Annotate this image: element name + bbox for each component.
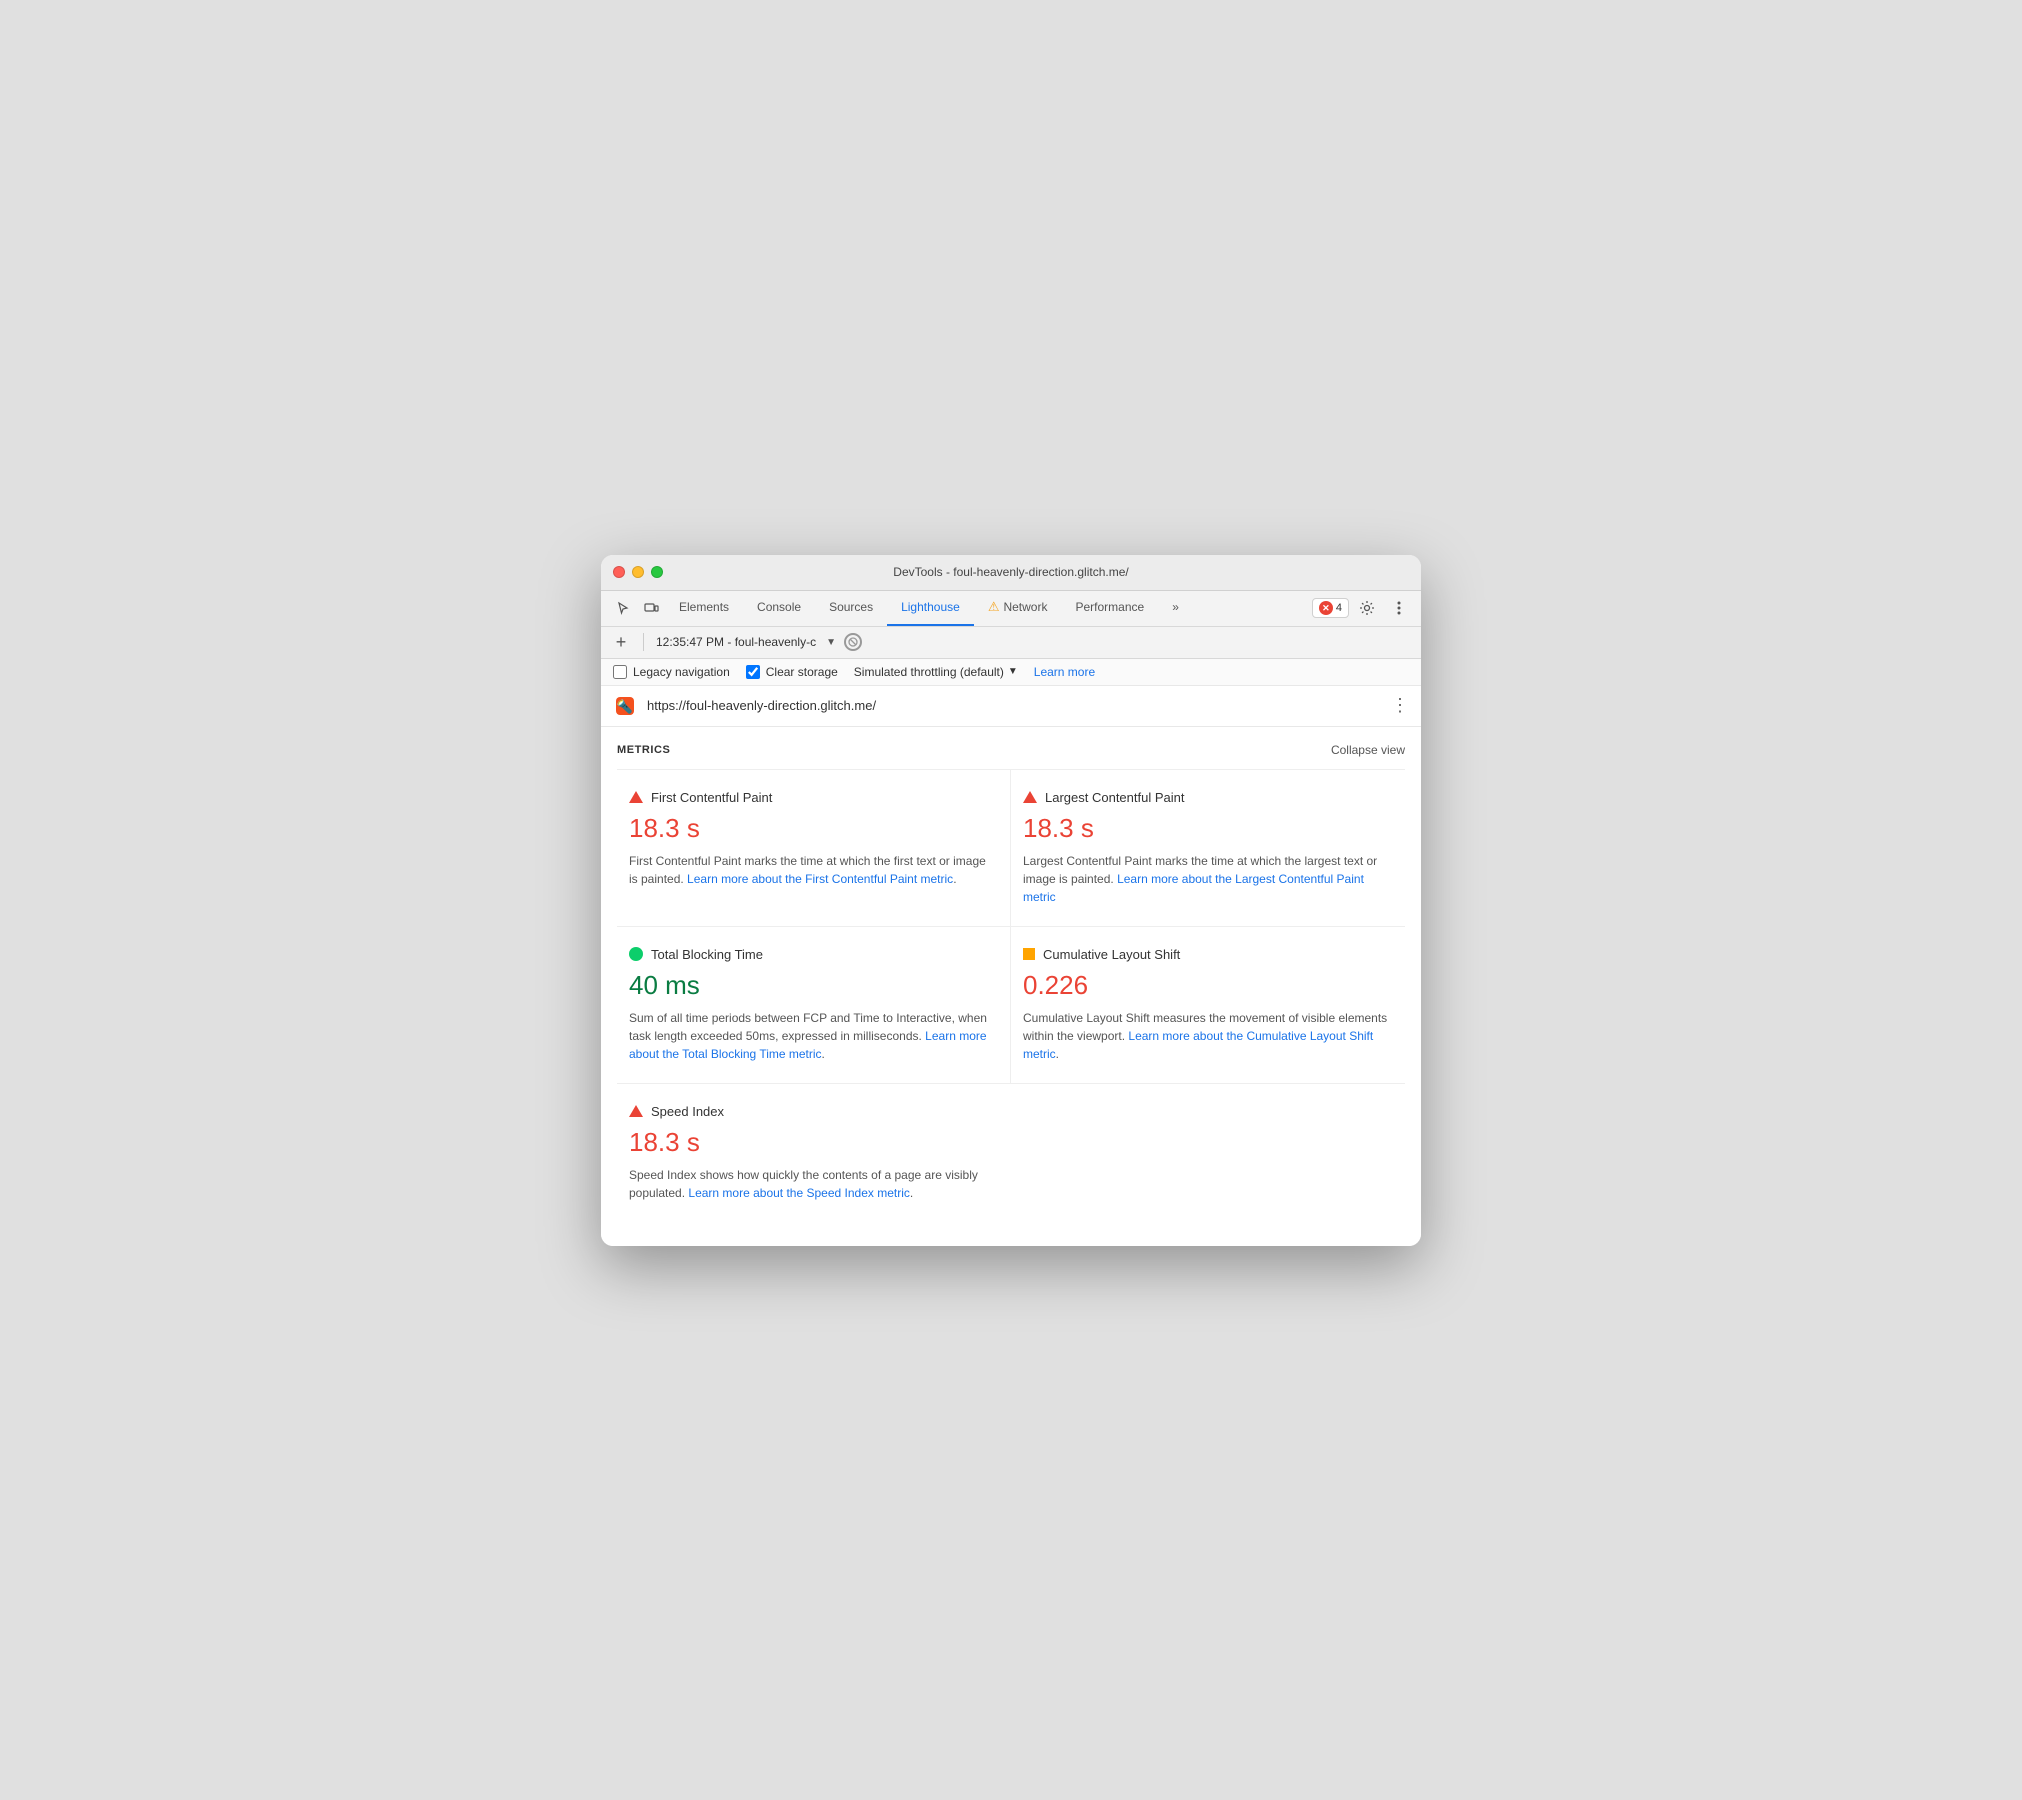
metric-header-tbt: Total Blocking Time (629, 947, 994, 962)
lcp-name: Largest Contentful Paint (1045, 790, 1184, 805)
tbt-value: 40 ms (629, 970, 994, 1001)
metric-card-si: Speed Index 18.3 s Speed Index shows how… (617, 1084, 1011, 1222)
throttling-chevron: ▼ (1008, 666, 1018, 677)
metrics-label: METRICS (617, 744, 670, 756)
add-button[interactable]: + (611, 632, 631, 652)
tbt-status-icon (629, 947, 643, 961)
metric-header-fcp: First Contentful Paint (629, 790, 994, 805)
learn-more-link[interactable]: Learn more (1034, 665, 1095, 679)
error-badge[interactable]: ✕ 4 (1312, 598, 1349, 618)
tab-console[interactable]: Console (743, 590, 815, 626)
row2-separator (643, 633, 644, 651)
si-link[interactable]: Learn more about the Speed Index metric (688, 1186, 909, 1200)
metric-card-lcp: Largest Contentful Paint 18.3 s Largest … (1011, 770, 1405, 927)
cls-name: Cumulative Layout Shift (1043, 947, 1180, 962)
cls-status-icon (1023, 948, 1035, 960)
metric-header-lcp: Largest Contentful Paint (1023, 790, 1389, 805)
clear-storage-checkbox[interactable] (746, 665, 760, 679)
metric-card-cls: Cumulative Layout Shift 0.226 Cumulative… (1011, 927, 1405, 1084)
tbt-description: Sum of all time periods between FCP and … (629, 1009, 994, 1063)
devtools-tabs: Elements Console Sources Lighthouse ⚠ Ne… (665, 590, 1312, 626)
devtools-toolbar: Elements Console Sources Lighthouse ⚠ Ne… (601, 591, 1421, 627)
more-menu-icon[interactable] (1385, 594, 1413, 622)
throttling-select[interactable]: Simulated throttling (default) ▼ (854, 665, 1018, 679)
si-status-icon (629, 1105, 643, 1117)
options-row: Legacy navigation Clear storage Simulate… (601, 659, 1421, 686)
url-text: https://foul-heavenly-direction.glitch.m… (647, 698, 1381, 713)
url-more-menu[interactable]: ⋮ (1391, 695, 1409, 716)
cls-description: Cumulative Layout Shift measures the mov… (1023, 1009, 1389, 1063)
tab-lighthouse[interactable]: Lighthouse (887, 590, 974, 626)
metric-header-cls: Cumulative Layout Shift (1023, 947, 1389, 962)
tab-more[interactable]: » (1158, 590, 1193, 626)
metrics-grid: First Contentful Paint 18.3 s First Cont… (617, 770, 1405, 1222)
network-warning-icon: ⚠ (988, 599, 1000, 615)
maximize-button[interactable] (651, 566, 663, 578)
timestamp-text: 12:35:47 PM - foul-heavenly-c (656, 635, 816, 649)
traffic-lights (613, 566, 663, 578)
tab-performance[interactable]: Performance (1061, 590, 1158, 626)
toolbar-right: ✕ 4 (1312, 594, 1413, 622)
tab-elements[interactable]: Elements (665, 590, 743, 626)
fcp-value: 18.3 s (629, 813, 994, 844)
url-bar: 🔦 https://foul-heavenly-direction.glitch… (601, 686, 1421, 727)
settings-icon[interactable] (1353, 594, 1381, 622)
legacy-navigation-option[interactable]: Legacy navigation (613, 665, 730, 679)
lcp-status-icon (1023, 791, 1037, 803)
si-value: 18.3 s (629, 1127, 995, 1158)
tab-network[interactable]: ⚠ Network (974, 590, 1062, 626)
si-name: Speed Index (651, 1104, 724, 1119)
minimize-button[interactable] (632, 566, 644, 578)
collapse-view-button[interactable]: Collapse view (1331, 743, 1405, 757)
fcp-description: First Contentful Paint marks the time at… (629, 852, 994, 888)
svg-text:🔦: 🔦 (617, 699, 633, 715)
metric-card-fcp: First Contentful Paint 18.3 s First Cont… (617, 770, 1011, 927)
window-title: DevTools - foul-heavenly-direction.glitc… (893, 565, 1128, 579)
tab-sources[interactable]: Sources (815, 590, 887, 626)
cursor-icon[interactable] (609, 594, 637, 622)
devtools-window: DevTools - foul-heavenly-direction.glitc… (601, 555, 1421, 1246)
metrics-header: METRICS Collapse view (617, 727, 1405, 770)
cls-value: 0.226 (1023, 970, 1389, 1001)
lighthouse-logo: 🔦 (613, 694, 637, 718)
error-icon: ✕ (1319, 601, 1333, 615)
fcp-name: First Contentful Paint (651, 790, 772, 805)
metrics-section: METRICS Collapse view First Contentful P… (601, 727, 1421, 1246)
block-icon[interactable] (844, 633, 862, 651)
lcp-description: Largest Contentful Paint marks the time … (1023, 852, 1389, 906)
metric-header-si: Speed Index (629, 1104, 995, 1119)
fcp-status-icon (629, 791, 643, 803)
fcp-link[interactable]: Learn more about the First Contentful Pa… (687, 872, 953, 886)
legacy-navigation-checkbox[interactable] (613, 665, 627, 679)
timestamp-chevron[interactable]: ▼ (826, 637, 836, 648)
title-bar: DevTools - foul-heavenly-direction.glitc… (601, 555, 1421, 591)
metric-card-tbt: Total Blocking Time 40 ms Sum of all tim… (617, 927, 1011, 1084)
lcp-value: 18.3 s (1023, 813, 1389, 844)
device-toggle-icon[interactable] (637, 594, 665, 622)
close-button[interactable] (613, 566, 625, 578)
tbt-name: Total Blocking Time (651, 947, 763, 962)
clear-storage-option[interactable]: Clear storage (746, 665, 838, 679)
devtools-row2: + 12:35:47 PM - foul-heavenly-c ▼ (601, 627, 1421, 659)
si-description: Speed Index shows how quickly the conten… (629, 1166, 995, 1202)
